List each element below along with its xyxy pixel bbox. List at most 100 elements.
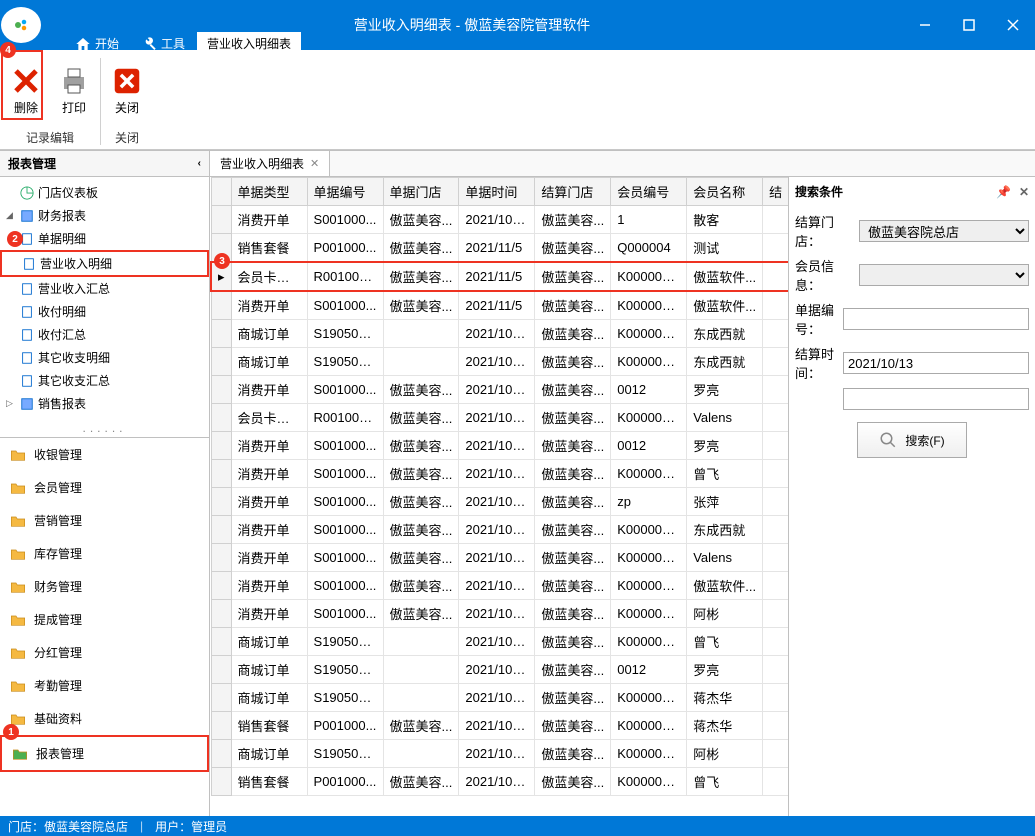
tree-dashboard[interactable]: 门店仪表板 <box>0 181 209 204</box>
table-row[interactable]: 消费开单S001000...傲蓝美容...2021/11/5傲蓝美容...K00… <box>211 291 789 320</box>
tree-finance[interactable]: ◢财务报表 <box>0 204 209 227</box>
book-icon <box>20 209 34 223</box>
folder-icon <box>10 646 26 660</box>
table-row[interactable]: 消费开单S001000...傲蓝美容...2021/10/24傲蓝美容...00… <box>211 376 789 404</box>
pin-icon[interactable]: 📌 <box>996 185 1011 199</box>
folder-icon <box>10 580 26 594</box>
home-icon <box>75 36 91 52</box>
ribbon-toolbar: 删除 打印 记录编辑 关闭 关闭 <box>0 50 1035 150</box>
table-row[interactable]: 商城订单S190500242021/10/24傲蓝美容...K00000003东… <box>211 320 789 348</box>
document-tab[interactable]: 营业收入明细表 ✕ <box>210 151 330 176</box>
table-row[interactable]: 消费开单S001000...傲蓝美容...2021/10/14傲蓝美容...K0… <box>211 600 789 628</box>
sidebar-title: 报表管理 ‹ <box>0 151 209 177</box>
nav-folder[interactable]: 分红管理 <box>0 636 209 669</box>
minimize-button[interactable] <box>903 11 947 39</box>
table-row[interactable]: 消费开单S001000...傲蓝美容...2021/10/16傲蓝美容...K0… <box>211 544 789 572</box>
nav-folder[interactable]: 提成管理 <box>0 603 209 636</box>
menu-tools[interactable]: 工具 <box>131 32 195 55</box>
column-header[interactable]: 单据时间 <box>459 178 535 206</box>
search-title: 搜索条件 <box>795 183 843 200</box>
column-header[interactable]: 结 <box>763 178 789 206</box>
tree-sales-report[interactable]: ▷销售报表 <box>0 392 209 415</box>
app-icon[interactable] <box>1 7 41 43</box>
search-button[interactable]: 搜索(F) <box>857 422 967 458</box>
tree-bill-detail[interactable]: 单据明细 <box>0 227 209 250</box>
bill-label: 单据编号： <box>795 300 839 338</box>
maximize-button[interactable] <box>947 11 991 39</box>
column-header[interactable]: 结算门店 <box>535 178 611 206</box>
member-select[interactable] <box>859 264 1029 286</box>
table-row[interactable]: ▸会员卡充值R001000...傲蓝美容...2021/11/5傲蓝美容...K… <box>211 262 789 291</box>
page-icon <box>20 374 34 388</box>
page-icon <box>20 282 34 296</box>
nav-folder[interactable]: 基础资料 <box>0 702 209 735</box>
close-panel-icon[interactable]: ✕ <box>1019 185 1029 199</box>
data-table: 单据类型单据编号单据门店单据时间结算门店会员编号会员名称结 消费开单S00100… <box>210 177 789 796</box>
column-header[interactable]: 单据类型 <box>231 178 307 206</box>
ribbon-group-edit-label: 记录编辑 <box>10 126 90 149</box>
table-row[interactable]: 消费开单S001000...傲蓝美容...2021/10/15傲蓝美容...K0… <box>211 572 789 600</box>
nav-folder[interactable]: 会员管理 <box>0 471 209 504</box>
search-panel: 搜索条件 📌✕ 结算门店：傲蓝美容院总店 会员信息： 单据编号： 结算时间： 搜… <box>789 177 1035 816</box>
table-row[interactable]: 消费开单S001000...傲蓝美容...2021/10/17傲蓝美容...K0… <box>211 516 789 544</box>
time-to-input[interactable] <box>843 388 1029 410</box>
page-icon <box>20 328 34 342</box>
ribbon-group-close-label: 关闭 <box>111 126 143 149</box>
search-icon <box>879 431 897 449</box>
chart-icon <box>20 186 34 200</box>
bill-input[interactable] <box>843 308 1029 330</box>
table-row[interactable]: 商城订单S190500202021/10/17傲蓝美容...0012罗亮 <box>211 656 789 684</box>
page-icon <box>22 257 36 271</box>
folder-icon <box>10 547 26 561</box>
table-row[interactable]: 销售套餐P001000...傲蓝美容...2021/11/5傲蓝美容...Q00… <box>211 234 789 263</box>
tree-payment-summary[interactable]: 收付汇总 <box>0 323 209 346</box>
folder-icon <box>10 514 26 528</box>
folder-icon <box>10 613 26 627</box>
tree-revenue-detail[interactable]: 营业收入明细 <box>0 250 209 277</box>
tab-close-icon[interactable]: ✕ <box>310 157 319 170</box>
table-row[interactable]: 销售套餐P001000...傲蓝美容...2021/10/24傲蓝美容...K0… <box>211 712 789 740</box>
tree-revenue-summary[interactable]: 营业收入汇总 <box>0 277 209 300</box>
table-row[interactable]: 商城订单S190500192021/10/16傲蓝美容...K00000001阿… <box>211 740 789 768</box>
nav-folder[interactable]: 营销管理 <box>0 504 209 537</box>
print-button[interactable]: 打印 <box>58 65 90 116</box>
table-row[interactable]: 会员卡充值R001000...傲蓝美容...2021/10/24傲蓝美容...K… <box>211 404 789 432</box>
table-row[interactable]: 销售套餐P001000...傲蓝美容...2021/10/24傲蓝美容...K0… <box>211 768 789 796</box>
document-tab-bar: 营业收入明细表 ✕ <box>210 151 1035 177</box>
nav-folder[interactable]: 收银管理 <box>0 438 209 471</box>
column-header[interactable]: 单据门店 <box>383 178 459 206</box>
table-row[interactable]: 商城订单S190500172021/10/14傲蓝美容...K00000002蒋… <box>211 684 789 712</box>
tree-other-detail[interactable]: 其它收支明细 <box>0 346 209 369</box>
menu-start[interactable]: 开始 <box>65 32 129 55</box>
nav-folder[interactable]: 库存管理 <box>0 537 209 570</box>
nav-folder[interactable]: 财务管理 <box>0 570 209 603</box>
time-from-input[interactable] <box>843 352 1029 374</box>
table-row[interactable]: 消费开单S001000...傲蓝美容...2021/10/19傲蓝美容...K0… <box>211 460 789 488</box>
nav-folder[interactable]: 报表管理 <box>0 735 209 772</box>
table-row[interactable]: 商城订单S190500212021/10/18傲蓝美容...K00000005曾… <box>211 628 789 656</box>
sidebar: 报表管理 ‹ 门店仪表板 ◢财务报表 单据明细 营业收入明细 营业收入汇总 收付… <box>0 151 210 816</box>
chevron-left-icon[interactable]: ‹ <box>198 158 201 169</box>
tree-other-summary[interactable]: 其它收支汇总 <box>0 369 209 392</box>
menu-active-tab[interactable]: 营业收入明细表 <box>197 32 301 55</box>
column-header[interactable]: 单据编号 <box>307 178 383 206</box>
table-row[interactable]: 消费开单S001000...傲蓝美容...2021/10/18傲蓝美容...zp… <box>211 488 789 516</box>
table-row[interactable]: 消费开单S001000...傲蓝美容...2021/10/25傲蓝美容...1散… <box>211 206 789 234</box>
folder-icon <box>10 448 26 462</box>
column-header[interactable]: 会员编号 <box>611 178 687 206</box>
page-icon <box>20 351 34 365</box>
tools-icon <box>141 36 157 52</box>
table-row[interactable]: 消费开单S001000...傲蓝美容...2021/10/20傲蓝美容...00… <box>211 432 789 460</box>
book-icon <box>20 397 34 411</box>
close-doc-button[interactable]: 关闭 <box>111 65 143 116</box>
page-icon <box>20 305 34 319</box>
nav-folder[interactable]: 考勤管理 <box>0 669 209 702</box>
tree-payment-detail[interactable]: 收付明细 <box>0 300 209 323</box>
printer-icon <box>58 65 90 97</box>
member-label: 会员信息： <box>795 256 855 294</box>
status-bar: 门店：傲蓝美容院总店 | 用户：管理员 <box>0 816 1035 836</box>
table-row[interactable]: 商城订单S190500232021/10/24傲蓝美容...K00000003东… <box>211 348 789 376</box>
column-header[interactable]: 会员名称 <box>687 178 763 206</box>
close-button[interactable] <box>991 11 1035 39</box>
store-select[interactable]: 傲蓝美容院总店 <box>859 220 1029 242</box>
